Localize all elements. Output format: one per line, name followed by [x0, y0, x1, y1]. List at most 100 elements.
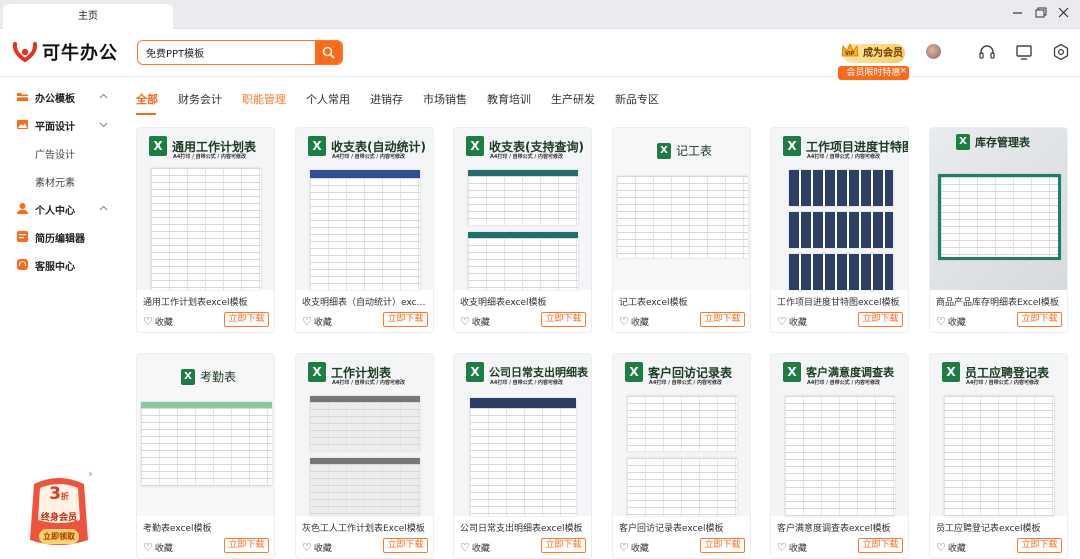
favorite-button[interactable]: ♡ 收藏 [460, 315, 490, 328]
card-title[interactable]: 客户满意度调查表excel模板 [777, 521, 905, 534]
template-card[interactable]: X 通用工作计划表 A4打印 / 自带公式 / 内容可修改 通用工作计划表exce… [136, 127, 275, 333]
download-button[interactable]: 立即下载 [858, 312, 903, 327]
card-title[interactable]: 收支明细表excel模板 [460, 295, 588, 308]
download-button[interactable]: 立即下载 [383, 538, 428, 553]
favorite-button[interactable]: ♡ 收藏 [936, 541, 966, 554]
template-card[interactable]: X 客户回访记录表 A4打印 / 自带公式 / 内容可修改 客户回访记录表exce… [612, 353, 751, 559]
favorite-button[interactable]: ♡ 收藏 [302, 541, 332, 554]
sidebar-item-graphic-design[interactable]: 平面设计 [0, 112, 123, 138]
download-button[interactable]: 立即下载 [700, 312, 745, 327]
settings-icon[interactable] [1052, 43, 1070, 61]
favorite-button[interactable]: ♡ 收藏 [460, 541, 490, 554]
minimize-icon[interactable] [1008, 5, 1028, 21]
become-vip-button[interactable]: VIP 成为会员 [841, 42, 905, 63]
card-title[interactable]: 灰色工人工作计划表Excel模板 [302, 521, 430, 534]
template-card[interactable]: X 库存管理表 商品产品库存明细表Excel模板 ♡ 收藏 立即下载 [929, 127, 1068, 333]
claim-now-button[interactable]: 立即领取 [39, 529, 79, 544]
svg-text:VIP: VIP [845, 51, 855, 57]
card-title[interactable]: 记工表excel模板 [619, 295, 747, 308]
chevron-down-icon[interactable] [99, 120, 108, 129]
close-window-icon[interactable] [1054, 5, 1074, 21]
monitor-icon[interactable] [1015, 43, 1033, 61]
template-card[interactable]: X 收支表(自动统计) A4打印 / 自带公式 / 内容可修改 收支明细表（自动统… [295, 127, 434, 333]
sheet-preview [468, 232, 578, 290]
card-title[interactable]: 客户回访记录表excel模板 [619, 521, 747, 534]
card-title[interactable]: 商品产品库存明细表Excel模板 [936, 295, 1064, 308]
sheet-preview [141, 402, 272, 486]
sidebar-item-resume-editor[interactable]: 简历编辑器 [0, 224, 123, 250]
thumb-subtitle: A4打印 / 自带公式 / 内容可修改 [332, 154, 405, 160]
sheet-preview [944, 396, 1054, 516]
excel-icon: X [657, 142, 671, 159]
sidebar-item-label: 个人中心 [35, 205, 75, 217]
card-title[interactable]: 员工应聘登记表excel模板 [936, 521, 1064, 534]
main-content: 全部 财务会计 职能管理 个人常用 进销存 市场销售 教育培训 生产研发 新品专… [123, 78, 1080, 559]
promo-close-icon[interactable]: × [899, 64, 907, 78]
thumb-title: 公司日常支出明细表 [489, 366, 588, 379]
favorite-button[interactable]: ♡ 收藏 [936, 315, 966, 328]
template-card[interactable]: X 客户满意度调查表 A4打印 / 自带公式 / 内容可修改 客户满意度调查表ex… [770, 353, 909, 559]
tab-education[interactable]: 教育培训 [487, 91, 531, 107]
favorite-button[interactable]: ♡ 收藏 [302, 315, 332, 328]
card-title[interactable]: 公司日常支出明细表excel模板 [460, 521, 588, 534]
chevron-up-icon[interactable] [99, 204, 108, 213]
heart-icon: ♡ [143, 315, 153, 328]
heart-icon: ♡ [619, 315, 629, 328]
template-card[interactable]: X 收支表(支持查询) A4打印 / 自带公式 / 内容可修改 收支明细表exce… [453, 127, 592, 333]
download-button[interactable]: 立即下载 [700, 538, 745, 553]
template-card[interactable]: X 记工表 记工表excel模板 ♡ 收藏 立即下载 [612, 127, 751, 333]
favorite-button[interactable]: ♡ 收藏 [143, 315, 173, 328]
favorite-button[interactable]: ♡ 收藏 [143, 541, 173, 554]
favorite-button[interactable]: ♡ 收藏 [777, 315, 807, 328]
download-button[interactable]: 立即下载 [1017, 312, 1062, 327]
search-button[interactable] [315, 41, 342, 64]
download-button[interactable]: 立即下载 [541, 538, 586, 553]
download-button[interactable]: 立即下载 [224, 312, 269, 327]
favorite-button[interactable]: ♡ 收藏 [619, 315, 649, 328]
thumb-title: 库存管理表 [975, 136, 1030, 149]
sidebar-item-personal-center[interactable]: 个人中心 [0, 196, 123, 222]
favorite-button[interactable]: ♡ 收藏 [777, 541, 807, 554]
headset-icon[interactable] [978, 43, 996, 61]
promo-title: 终身会员 [40, 513, 77, 523]
template-card[interactable]: X 公司日常支出明细表 A4打印 / 自带公式 / 内容可修改 公司日常支出明细表… [453, 353, 592, 559]
template-card[interactable]: X 考勤表 考勤表excel模板 ♡ 收藏 立即下载 [136, 353, 275, 559]
tab-home[interactable]: 主页 [3, 4, 173, 29]
restore-icon[interactable] [1031, 5, 1051, 21]
download-button[interactable]: 立即下载 [541, 312, 586, 327]
download-button[interactable]: 立即下载 [858, 538, 903, 553]
thumb-title: 客户回访记录表 [648, 365, 733, 380]
download-button[interactable]: 立即下载 [1017, 538, 1062, 553]
template-card[interactable]: X 工作计划表 A4打印 / 自带公式 / 内容可修改 灰色工人工作计划表Exce… [295, 353, 434, 559]
card-title[interactable]: 考勤表excel模板 [143, 521, 271, 534]
lifetime-vip-promo[interactable]: 3折 终身会员 立即领取 [26, 470, 92, 550]
tab-marketing[interactable]: 市场销售 [423, 91, 467, 107]
tab-production[interactable]: 生产研发 [551, 91, 595, 107]
thumb-title: 员工应聘登记表 [965, 365, 1050, 380]
tab-finance[interactable]: 财务会计 [178, 91, 222, 107]
tab-inventory[interactable]: 进销存 [370, 91, 403, 107]
search-input[interactable] [138, 41, 316, 64]
sidebar-item-ad-design[interactable]: 广告设计 [0, 140, 123, 166]
chevron-up-icon[interactable] [99, 92, 108, 101]
avatar[interactable] [926, 44, 941, 59]
card-title[interactable]: 通用工作计划表excel模板 [143, 295, 271, 308]
logo[interactable]: 可牛办公 [12, 39, 118, 65]
sidebar-item-office-templates[interactable]: 办公模板 [0, 84, 123, 110]
sidebar-item-label: 办公模板 [35, 93, 75, 105]
sidebar-item-customer-service[interactable]: 客服中心 [0, 252, 123, 278]
heart-icon: ♡ [777, 315, 787, 328]
card-title[interactable]: 工作项目进度甘特图excel模板 [777, 295, 905, 308]
sidebar-item-materials[interactable]: 素材元素 [0, 168, 123, 194]
tab-new-products[interactable]: 新品专区 [615, 91, 659, 107]
tab-all[interactable]: 全部 [136, 91, 158, 107]
template-card[interactable]: X 工作项目进度甘特图 A4打印 / 自带公式 / 内容可修改 工作项目进度甘特图… [770, 127, 909, 333]
thumb-title: 通用工作计划表 [172, 139, 257, 154]
card-title[interactable]: 收支明细表（自动统计）excel模板 [302, 295, 430, 308]
tab-functional-management[interactable]: 职能管理 [242, 91, 286, 107]
template-card[interactable]: X 员工应聘登记表 A4打印 / 自带公式 / 内容可修改 员工应聘登记表exce… [929, 353, 1068, 559]
favorite-button[interactable]: ♡ 收藏 [619, 541, 649, 554]
tab-personal[interactable]: 个人常用 [306, 91, 350, 107]
download-button[interactable]: 立即下载 [224, 538, 269, 553]
download-button[interactable]: 立即下载 [383, 312, 428, 327]
